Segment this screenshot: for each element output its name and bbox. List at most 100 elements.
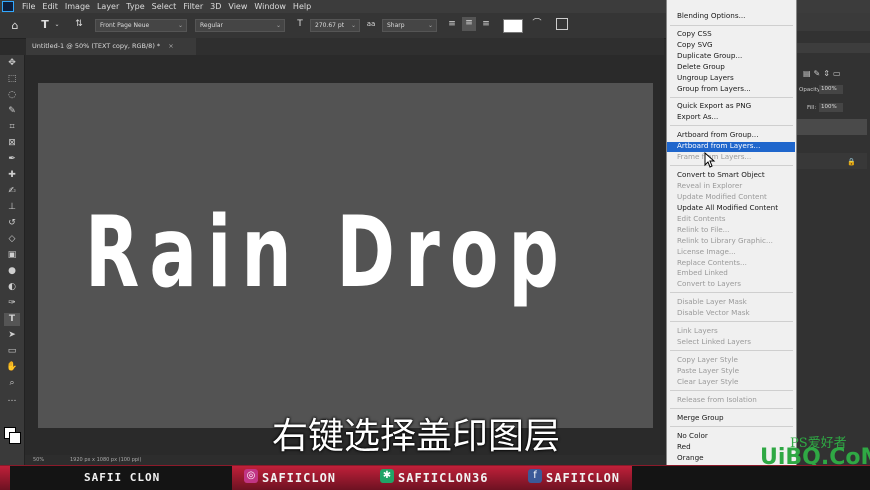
dodge-tool-icon[interactable]: ◐ [4, 281, 20, 294]
menu-item-export-as[interactable]: Export As... [677, 112, 718, 122]
zoom-tool-icon[interactable]: ⌕ [4, 377, 20, 390]
align-center-icon[interactable]: ≡ [462, 17, 476, 31]
text-orientation-icon[interactable]: ⇅ [72, 18, 86, 31]
crop-tool-icon[interactable]: ⌗ [4, 121, 20, 134]
menu-item-merge-group[interactable]: Merge Group [677, 413, 724, 423]
path-select-icon[interactable]: ➤ [4, 329, 20, 342]
menu-item-disable-layer-mask[interactable]: Disable Layer Mask [677, 297, 747, 307]
menu-separator [670, 25, 793, 26]
menu-view[interactable]: View [228, 0, 247, 13]
eyedropper-tool-icon[interactable]: ✒ [4, 153, 20, 166]
menu-item-blending-options[interactable]: Blending Options... [677, 11, 745, 21]
menu-window[interactable]: Window [254, 0, 286, 13]
menu-item-ungroup-layers[interactable]: Ungroup Layers [677, 73, 734, 83]
document-tab[interactable]: Untitled-1 @ 50% (TEXT copy, RGB/8) * × [26, 38, 196, 55]
chevron-down-icon: ⌄ [177, 22, 183, 29]
menu-item-relink-library[interactable]: Relink to Library Graphic... [677, 236, 773, 246]
menu-filter[interactable]: Filter [183, 0, 203, 13]
menu-item-replace-contents[interactable]: Replace Contents... [677, 258, 747, 268]
menu-layer[interactable]: Layer [97, 0, 119, 13]
font-size-field[interactable]: 270.67 pt ⌄ [310, 19, 360, 32]
menu-item-select-linked-layers[interactable]: Select Linked Layers [677, 337, 751, 347]
quick-select-tool-icon[interactable]: ✎ [4, 105, 20, 118]
panel-tabs [797, 43, 870, 53]
close-icon[interactable]: × [168, 42, 173, 50]
move-tool-icon[interactable]: ✥ [4, 57, 20, 70]
hand-tool-icon[interactable]: ✋ [4, 361, 20, 374]
layer-row[interactable] [797, 153, 867, 169]
menu-item-copy-layer-style[interactable]: Copy Layer Style [677, 355, 738, 365]
chevron-down-icon: ⌄ [275, 22, 281, 29]
marquee-tool-icon[interactable]: ⬚ [4, 73, 20, 86]
text-color-swatch[interactable] [503, 19, 523, 33]
layer-row-selected[interactable] [797, 119, 867, 135]
menu-item-paste-layer-style[interactable]: Paste Layer Style [677, 366, 739, 376]
menu-separator [670, 165, 793, 166]
type-tool-icon[interactable]: T [38, 18, 52, 31]
menu-item-release-isolation[interactable]: Release from Isolation [677, 395, 757, 405]
font-style-select[interactable]: Regular ⌄ [195, 19, 285, 32]
menu-item-disable-vector-mask[interactable]: Disable Vector Mask [677, 308, 750, 318]
opacity-field[interactable]: 100% [819, 85, 843, 94]
menu-type[interactable]: Type [126, 0, 144, 13]
align-left-icon[interactable]: ≡ [446, 18, 458, 31]
menu-help[interactable]: Help [293, 0, 311, 13]
menu-item-link-layers[interactable]: Link Layers [677, 326, 718, 336]
menu-item-no-color[interactable]: No Color [677, 431, 708, 441]
rectangle-tool-icon[interactable]: ▭ [4, 345, 20, 358]
menu-item-quick-export[interactable]: Quick Export as PNG [677, 101, 751, 111]
menu-edit[interactable]: Edit [42, 0, 58, 13]
menu-item-update-all-modified[interactable]: Update All Modified Content [677, 203, 778, 213]
brush-tool-icon[interactable]: ✍ [4, 185, 20, 198]
eraser-tool-icon[interactable]: ◇ [4, 233, 20, 246]
menu-item-delete-group[interactable]: Delete Group [677, 62, 725, 72]
menu-item-copy-css[interactable]: Copy CSS [677, 29, 712, 39]
menu-item-convert-smart-object[interactable]: Convert to Smart Object [677, 170, 765, 180]
zoom-level[interactable]: 50% [33, 455, 44, 465]
menu-items: File Edit Image Layer Type Select Filter… [22, 0, 311, 13]
tool-preset-chevron-icon[interactable]: ⌄ [53, 18, 61, 31]
type-tool-icon[interactable]: T [4, 313, 20, 326]
menu-item-group-from-layers[interactable]: Group from Layers... [677, 84, 751, 94]
tools-panel: ✥ ⬚ ◌ ✎ ⌗ ⊠ ✒ ✚ ✍ ⊥ ↺ ◇ ▣ ● ◐ ✑ T ➤ ▭ ✋ … [0, 55, 25, 465]
menu-separator [670, 292, 793, 293]
font-family-select[interactable]: Front Page Neue ⌄ [95, 19, 187, 32]
menu-file[interactable]: File [22, 0, 35, 13]
menu-item-clear-layer-style[interactable]: Clear Layer Style [677, 377, 738, 387]
frame-tool-icon[interactable]: ⊠ [4, 137, 20, 150]
menu-item-license-image[interactable]: License Image... [677, 247, 736, 257]
menu-item-artboard-from-layers[interactable]: Artboard from Layers... [677, 141, 760, 151]
pen-tool-icon[interactable]: ✑ [4, 297, 20, 310]
menu-item-orange[interactable]: Orange [677, 453, 704, 463]
menu-item-red[interactable]: Red [677, 442, 691, 452]
menu-item-edit-contents[interactable]: Edit Contents [677, 214, 726, 224]
align-right-icon[interactable]: ≡ [480, 18, 492, 31]
home-icon[interactable]: ⌂ [8, 19, 22, 32]
canvas-text-layer[interactable]: Rain Drop [85, 198, 559, 308]
menu-item-artboard-from-group[interactable]: Artboard from Group... [677, 130, 758, 140]
clone-stamp-icon[interactable]: ⊥ [4, 201, 20, 214]
menu-item-convert-to-layers[interactable]: Convert to Layers [677, 279, 741, 289]
character-panel-icon[interactable] [556, 18, 568, 30]
warp-text-icon[interactable]: ⌒ [531, 18, 543, 31]
menu-3d[interactable]: 3D [210, 0, 221, 13]
menu-item-reveal-in-explorer[interactable]: Reveal in Explorer [677, 181, 742, 191]
background-color-swatch[interactable] [9, 432, 21, 444]
menu-item-duplicate-group[interactable]: Duplicate Group... [677, 51, 742, 61]
menu-item-copy-svg[interactable]: Copy SVG [677, 40, 713, 50]
more-tools-icon[interactable]: … [4, 393, 20, 406]
lasso-tool-icon[interactable]: ◌ [4, 89, 20, 102]
menu-item-embed-linked[interactable]: Embed Linked [677, 268, 728, 278]
history-brush-icon[interactable]: ↺ [4, 217, 20, 230]
menu-select[interactable]: Select [152, 0, 177, 13]
menu-image[interactable]: Image [65, 0, 90, 13]
menu-item-relink-file[interactable]: Relink to File... [677, 225, 729, 235]
fill-field[interactable]: 100% [819, 103, 843, 112]
menu-item-update-modified[interactable]: Update Modified Content [677, 192, 767, 202]
gradient-tool-icon[interactable]: ▣ [4, 249, 20, 262]
menu-separator [670, 321, 793, 322]
blur-tool-icon[interactable]: ● [4, 265, 20, 278]
lock-icons[interactable]: ▤✎⇕▭ [803, 69, 844, 78]
healing-brush-icon[interactable]: ✚ [4, 169, 20, 182]
antialias-select[interactable]: Sharp ⌄ [382, 19, 437, 32]
